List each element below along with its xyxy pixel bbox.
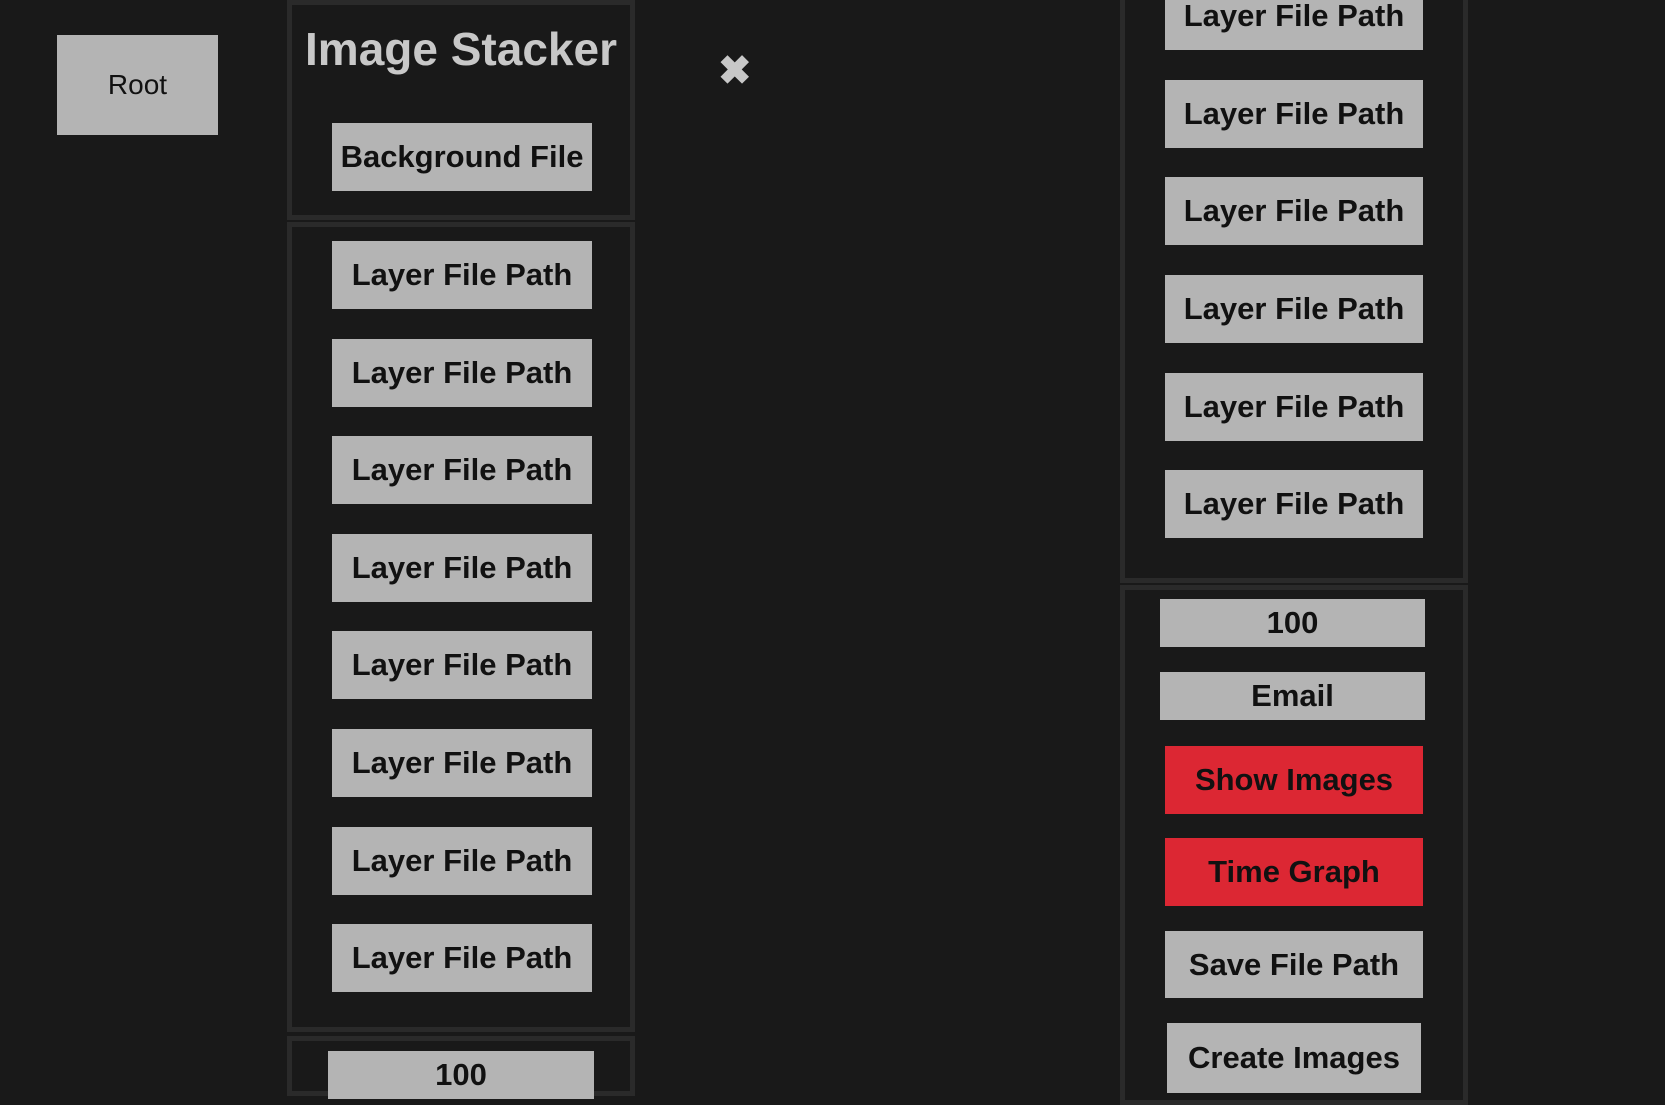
layer-file-path-button[interactable]: Layer File Path (332, 729, 592, 797)
page-title: Image Stacker (305, 23, 617, 75)
layer-file-path-button[interactable]: Layer File Path (332, 924, 592, 993)
root-button[interactable]: Root (57, 35, 218, 135)
email-field[interactable]: Email (1160, 672, 1425, 720)
layer-file-path-button[interactable]: Layer File Path (1165, 80, 1423, 148)
layer-file-path-button[interactable]: Layer File Path (332, 826, 592, 895)
create-images-button[interactable]: Create Images (1167, 1023, 1421, 1093)
time-graph-button[interactable]: Time Graph (1165, 838, 1423, 906)
layer-file-path-button[interactable]: Layer File Path (1165, 275, 1423, 343)
background-file-button[interactable]: Background File (332, 123, 592, 191)
save-file-path-button[interactable]: Save File Path (1165, 931, 1423, 998)
layer-file-path-button[interactable]: Layer File Path (1165, 373, 1423, 441)
layer-file-path-button[interactable]: Layer File Path (332, 241, 592, 309)
layer-file-path-button[interactable]: Layer File Path (1165, 177, 1423, 245)
show-images-button[interactable]: Show Images (1165, 746, 1423, 814)
layer-file-path-button[interactable]: Layer File Path (332, 436, 592, 505)
layer-file-path-button[interactable]: Layer File Path (332, 533, 592, 602)
left-value-field[interactable]: 100 (328, 1051, 594, 1099)
layer-file-path-button[interactable]: Layer File Path (1165, 470, 1423, 538)
layer-file-path-button[interactable]: Layer File Path (332, 338, 592, 407)
layer-file-path-button[interactable]: Layer File Path (332, 631, 592, 700)
layer-file-path-button[interactable]: Layer File Path (1165, 0, 1423, 50)
right-value-field[interactable]: 100 (1160, 599, 1425, 647)
close-icon[interactable]: ✖ (718, 48, 752, 94)
